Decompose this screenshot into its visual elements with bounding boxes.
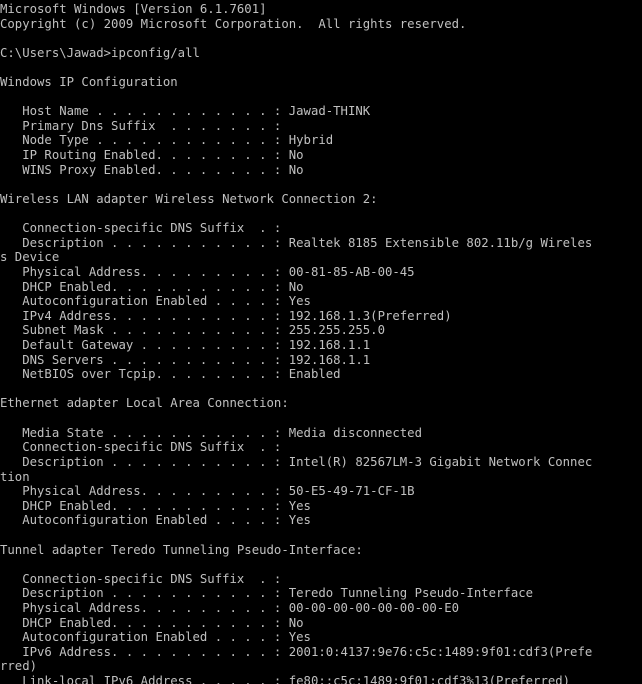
terminal-line: Subnet Mask . . . . . . . . . . . : 255.… [0,323,385,338]
terminal-line: Windows IP Configuration [0,75,178,90]
terminal-line: IP Routing Enabled. . . . . . . . : No [0,148,304,163]
terminal-line: DHCP Enabled. . . . . . . . . . . : No [0,279,304,294]
terminal-line: WINS Proxy Enabled. . . . . . . . : No [0,162,304,177]
terminal-line: DHCP Enabled. . . . . . . . . . . : No [0,615,304,630]
terminal-line: Autoconfiguration Enabled . . . . : Yes [0,513,311,528]
terminal-line: Link-local IPv6 Address . . . . . : fe80… [0,674,571,684]
terminal-line: Wireless LAN adapter Wireless Network Co… [0,191,378,206]
terminal-line: Connection-specific DNS Suffix . : [0,571,282,586]
terminal-line: Autoconfiguration Enabled . . . . : Yes [0,294,311,309]
terminal-line: Description . . . . . . . . . . . : Real… [0,235,593,250]
terminal-line: Connection-specific DNS Suffix . : [0,440,282,455]
terminal-line: tion [0,469,30,484]
terminal-line: Node Type . . . . . . . . . . . . : Hybr… [0,133,334,148]
terminal-line: Physical Address. . . . . . . . . : 50-E… [0,484,415,499]
terminal-line: rred) [0,659,38,674]
terminal-line: IPv6 Address. . . . . . . . . . . : 2001… [0,644,593,659]
terminal-line: Media State . . . . . . . . . . . : Medi… [0,425,422,440]
terminal-line: C:\Users\Jawad>ipconfig/all [0,45,200,60]
terminal-console-output[interactable]: Microsoft Windows [Version 6.1.7601] Copy… [0,0,642,684]
terminal-line: Primary Dns Suffix . . . . . . . : [0,118,282,133]
terminal-line: Physical Address. . . . . . . . . : 00-0… [0,600,460,615]
terminal-line: Tunnel adapter Teredo Tunneling Pseudo-I… [0,542,363,557]
terminal-line: s Device [0,250,60,265]
terminal-line: Connection-specific DNS Suffix . : [0,221,282,236]
terminal-line: Physical Address. . . . . . . . . : 00-8… [0,264,415,279]
terminal-line: Microsoft Windows [Version 6.1.7601] [0,2,267,16]
terminal-line: Default Gateway . . . . . . . . . : 192.… [0,338,371,353]
terminal-line: DNS Servers . . . . . . . . . . . : 192.… [0,352,371,367]
terminal-line: DHCP Enabled. . . . . . . . . . . : Yes [0,498,311,513]
terminal-line: Ethernet adapter Local Area Connection: [0,396,289,411]
terminal-line: Copyright (c) 2009 Microsoft Corporation… [0,16,467,31]
terminal-line: Description . . . . . . . . . . . : Inte… [0,454,593,469]
terminal-line: Autoconfiguration Enabled . . . . : Yes [0,630,311,645]
terminal-line: NetBIOS over Tcpip. . . . . . . . : Enab… [0,367,341,382]
terminal-line: Description . . . . . . . . . . . : Tere… [0,586,534,601]
terminal-line: IPv4 Address. . . . . . . . . . . : 192.… [0,308,452,323]
terminal-line: Host Name . . . . . . . . . . . . : Jawa… [0,104,371,119]
